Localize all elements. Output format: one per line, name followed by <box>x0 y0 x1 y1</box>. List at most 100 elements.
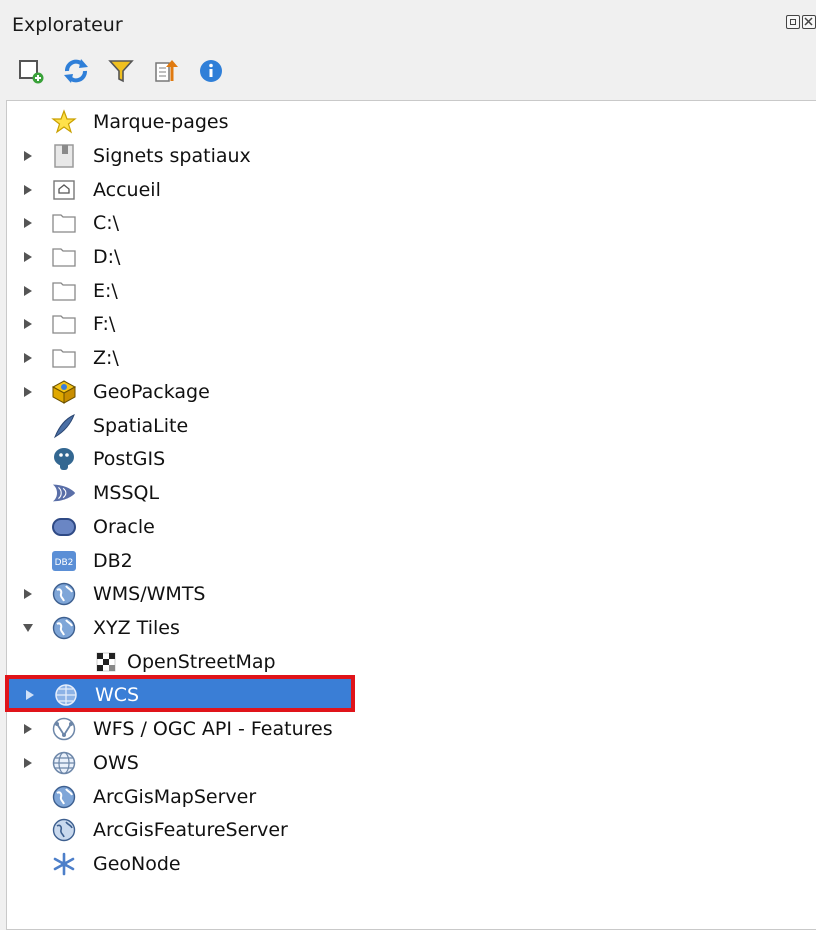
tree-item-label: GeoPackage <box>93 381 210 403</box>
db2-icon: DB2 <box>51 548 77 574</box>
tree-item-oracle[interactable]: Oracle <box>7 511 816 543</box>
folder-icon <box>51 311 77 337</box>
tree-item-drive-f[interactable]: F:\ <box>7 308 816 340</box>
tree-item-drive-d[interactable]: D:\ <box>7 241 816 273</box>
tree-item-spatialite[interactable]: SpatiaLite <box>7 410 816 442</box>
home-folder-icon <box>51 177 77 203</box>
wcs-icon <box>53 682 79 708</box>
tree-item-label: Marque-pages <box>93 111 229 133</box>
panel-title: Explorateur <box>12 14 123 36</box>
add-selected-layers-button[interactable] <box>14 54 48 88</box>
mssql-icon <box>51 480 77 506</box>
oracle-icon <box>51 514 77 540</box>
tree-item-label: MSSQL <box>93 482 160 504</box>
tree-item-label: Z:\ <box>93 347 119 369</box>
refresh-icon <box>64 59 88 83</box>
tree-item-label: WFS / OGC API - Features <box>93 718 333 740</box>
panel-titlebar: Explorateur <box>0 0 816 48</box>
tree-item-label: GeoNode <box>93 853 181 875</box>
collapse-icon <box>155 60 178 82</box>
tree-item-openstreetmap[interactable]: OpenStreetMap <box>7 646 816 678</box>
expand-arrow-icon[interactable] <box>21 578 35 610</box>
expand-arrow-icon[interactable] <box>21 174 35 206</box>
geonode-icon <box>51 851 77 877</box>
tree-item-label: ArcGisFeatureServer <box>93 819 288 841</box>
filter-icon <box>108 60 134 83</box>
svg-text:DB2: DB2 <box>55 558 74 568</box>
expand-arrow-icon[interactable] <box>21 747 35 779</box>
postgis-icon <box>51 446 77 472</box>
tree-item-label: SpatiaLite <box>93 415 189 437</box>
tree-item-geopackage[interactable]: GeoPackage <box>7 376 816 408</box>
wfs-icon <box>51 716 77 742</box>
tree-item-label: DB2 <box>93 550 133 572</box>
properties-button[interactable] <box>194 54 228 88</box>
tree-item-label: ArcGisMapServer <box>93 786 257 808</box>
tree-item-label: OpenStreetMap <box>127 651 276 673</box>
refresh-button[interactable] <box>59 54 93 88</box>
tree-item-label: F:\ <box>93 313 116 335</box>
tree-item-arcgis-map-server[interactable]: ArcGisMapServer <box>7 781 816 813</box>
browser-tree: Marque-pages Signets spatiaux Accueil C:… <box>6 100 816 930</box>
collapse-all-button[interactable] <box>149 54 183 88</box>
expand-arrow-icon[interactable] <box>21 241 35 273</box>
tree-item-label: XYZ Tiles <box>93 617 180 639</box>
expand-arrow-icon[interactable] <box>21 207 35 239</box>
tree-item-xyz-tiles[interactable]: XYZ Tiles <box>7 612 816 644</box>
arcgis-map-icon <box>51 784 77 810</box>
xyz-tile-icon <box>93 649 119 675</box>
tree-item-arcgis-feature-server[interactable]: ArcGisFeatureServer <box>7 814 816 846</box>
expand-arrow-icon[interactable] <box>21 376 35 408</box>
restore-icon[interactable] <box>786 15 800 29</box>
explorer-toolbar <box>14 54 228 88</box>
tree-item-signets-spatiaux[interactable]: Signets spatiaux <box>7 140 816 172</box>
spatial-bookmark-icon <box>51 143 77 169</box>
folder-icon <box>51 210 77 236</box>
tree-item-wfs-ogc-api-features[interactable]: WFS / OGC API - Features <box>7 713 816 745</box>
folder-icon <box>51 278 77 304</box>
expand-arrow-icon[interactable] <box>21 275 35 307</box>
add-layer-icon <box>19 60 44 84</box>
tree-item-label: Oracle <box>93 516 155 538</box>
tree-item-label: WCS <box>95 684 140 706</box>
collapse-arrow-icon[interactable] <box>21 612 35 644</box>
tree-item-label: PostGIS <box>93 448 166 470</box>
expand-arrow-icon[interactable] <box>21 342 35 374</box>
ows-icon <box>51 750 77 776</box>
globe-icon <box>51 615 77 641</box>
expand-arrow-icon[interactable] <box>21 140 35 172</box>
star-icon <box>51 109 77 135</box>
folder-icon <box>51 244 77 270</box>
close-icon[interactable] <box>802 15 816 29</box>
expand-arrow-icon[interactable] <box>21 308 35 340</box>
filter-button[interactable] <box>104 54 138 88</box>
tree-item-drive-c[interactable]: C:\ <box>7 207 816 239</box>
tree-item-label: D:\ <box>93 246 121 268</box>
tree-item-label: E:\ <box>93 280 118 302</box>
tree-item-geonode[interactable]: GeoNode <box>7 848 816 880</box>
tree-item-label: Accueil <box>93 179 161 201</box>
spatialite-icon <box>51 413 77 439</box>
geopackage-icon <box>51 379 77 405</box>
info-icon <box>200 60 222 82</box>
tree-item-label: C:\ <box>93 212 120 234</box>
tree-item-marque-pages[interactable]: Marque-pages <box>7 106 816 138</box>
tree-item-label: WMS/WMTS <box>93 583 206 605</box>
tree-item-label: Signets spatiaux <box>93 145 251 167</box>
arcgis-feature-icon <box>51 817 77 843</box>
window-buttons <box>786 15 816 29</box>
tree-item-wcs[interactable]: WCS <box>9 679 355 711</box>
folder-icon <box>51 345 77 371</box>
tree-item-drive-e[interactable]: E:\ <box>7 275 816 307</box>
tree-item-postgis[interactable]: PostGIS <box>7 443 816 475</box>
tree-item-drive-z[interactable]: Z:\ <box>7 342 816 374</box>
globe-icon <box>51 581 77 607</box>
tree-item-wms-wmts[interactable]: WMS/WMTS <box>7 578 816 610</box>
tree-item-accueil[interactable]: Accueil <box>7 174 816 206</box>
expand-arrow-icon[interactable] <box>21 713 35 745</box>
tree-item-db2[interactable]: DB2 DB2 <box>7 545 816 577</box>
tree-item-ows[interactable]: OWS <box>7 747 816 779</box>
tree-item-label: OWS <box>93 752 139 774</box>
expand-arrow-icon[interactable] <box>23 679 37 711</box>
tree-item-mssql[interactable]: MSSQL <box>7 477 816 509</box>
